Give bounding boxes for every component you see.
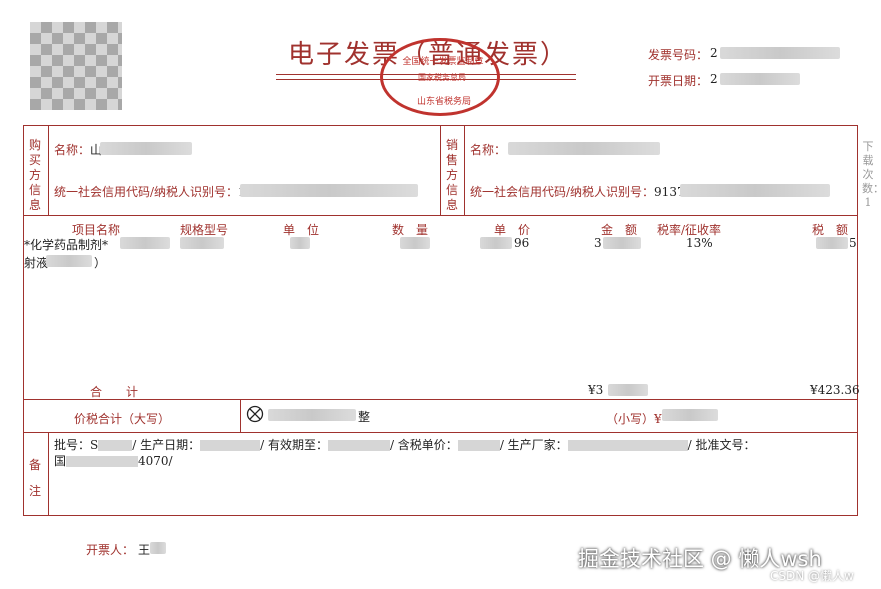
redacted-invoice-date <box>720 73 800 85</box>
qr-code <box>30 22 122 110</box>
item-price-tail: 96 <box>514 236 530 250</box>
invoice-number-label: 发票号码： <box>648 48 709 62</box>
redacted-item-unit <box>290 237 310 249</box>
party-divider <box>440 125 441 215</box>
redacted-expiry <box>327 440 390 451</box>
grand-small-label: （小写）¥ <box>606 412 662 426</box>
divider-totals <box>23 399 858 400</box>
redacted-buyer-name <box>100 142 192 155</box>
col-spec: 规格型号 <box>180 223 229 237</box>
redacted-batch <box>98 440 133 451</box>
grand-total-label: 价税合计（大写） <box>74 412 171 426</box>
issuer-label: 开票人： <box>86 543 135 557</box>
redacted-unit-price <box>457 440 500 451</box>
redacted-buyer-tax <box>240 184 418 197</box>
item-tax-tail: 5 <box>849 236 857 250</box>
item-amount: 3 <box>594 236 602 250</box>
grand-divider <box>240 399 241 432</box>
remarks-label: 备 注 <box>28 458 54 498</box>
col-qty: 数 量 <box>392 223 429 237</box>
buyer-label-divider <box>48 125 49 215</box>
remarks-production-date: / 生产日期： <box>132 438 201 452</box>
seller-tax-label: 统一社会信用代码/纳税人识别号： <box>470 185 655 199</box>
remarks-approval: / 批准文号： <box>687 438 756 452</box>
item-name-line2-end: ） <box>94 256 107 270</box>
invoice-date-value: 2 <box>710 72 718 86</box>
csdn-watermark: CSDN @懒人w <box>770 569 854 583</box>
remarks-expiry: / 有效期至： <box>260 438 328 452</box>
col-tax: 税 额 <box>812 223 849 237</box>
redacted-invoice-number <box>720 47 840 59</box>
redacted-item-qty <box>400 237 430 249</box>
remarks-batch: 批号：S <box>54 438 99 452</box>
redacted-issuer <box>150 542 166 554</box>
seal-top-text: 全国统一发票监制章 <box>402 57 484 67</box>
redacted-seller-tax <box>680 184 830 197</box>
seller-name-label: 名称： <box>470 143 507 157</box>
redacted-totals-amount <box>608 384 648 396</box>
invoice-number-value: 2 <box>710 46 718 60</box>
buyer-section-label: 购买方信息 <box>28 138 41 212</box>
totals-amount: ¥3 <box>588 383 604 397</box>
divider-grand <box>23 432 858 433</box>
remarks-approval-prefix: 国 <box>54 454 67 468</box>
redacted-item-name <box>120 237 170 249</box>
redacted-item-spec <box>180 237 224 249</box>
totals-tax: ¥423.36 <box>810 383 860 397</box>
download-count: 下载次数：1 <box>862 140 881 209</box>
seller-section-label: 销售方信息 <box>445 138 458 212</box>
seller-label-divider <box>464 125 465 215</box>
remarks-label-divider <box>48 432 49 516</box>
divider-parties <box>23 215 858 216</box>
seal-middle-text: 国家税务总局 <box>418 73 466 82</box>
grand-big-suffix: 整 <box>358 410 371 424</box>
item-name-line2: 射液 <box>24 256 49 270</box>
remarks-approval-end: 4070/ <box>138 454 173 468</box>
redacted-seller-name <box>508 142 660 155</box>
redacted-grand-small <box>662 409 718 421</box>
buyer-name-label: 名称： <box>54 143 91 157</box>
redacted-item-tax <box>816 237 848 249</box>
redacted-approval <box>66 456 139 467</box>
redacted-item-name-2 <box>46 255 92 267</box>
item-name-line1: *化学药品制剂* <box>24 238 109 252</box>
cross-circle-icon <box>246 405 264 423</box>
remarks-manufacturer: / 生产厂家： <box>499 438 568 452</box>
remarks-line2: 国 4070/ <box>54 452 173 469</box>
seal-bottom-text: 山东省税务局 <box>416 97 471 107</box>
remarks-line1: 批号：S / 生产日期： / 有效期至： / 含税单价： / 生产厂家： / 批准文号： <box>54 436 756 453</box>
issuer-value: 王 <box>138 543 151 557</box>
item-tax-rate: 13% <box>686 236 713 250</box>
totals-label: 合 计 <box>90 385 139 399</box>
redacted-prod-date <box>200 440 261 451</box>
redacted-manufacturer <box>567 440 688 451</box>
invoice-date-label: 开票日期： <box>648 74 709 88</box>
buyer-tax-label: 统一社会信用代码/纳税人识别号： <box>54 185 239 199</box>
redacted-item-price <box>480 237 512 249</box>
redacted-grand-big <box>268 409 356 421</box>
col-unit: 单 位 <box>283 223 320 237</box>
remarks-unit-price: / 含税单价： <box>389 438 458 452</box>
redacted-item-amount <box>603 237 641 249</box>
col-amount: 金 额 <box>601 223 638 237</box>
